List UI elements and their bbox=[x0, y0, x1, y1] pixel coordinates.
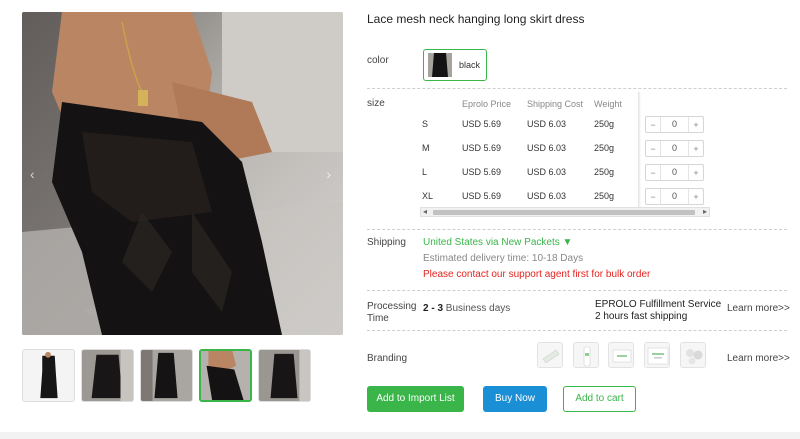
quantity-input[interactable]: 0 bbox=[660, 141, 689, 156]
size-cell: XL bbox=[422, 191, 434, 201]
processing-learn-more-link[interactable]: Learn more>> bbox=[727, 303, 790, 314]
processing-days-suffix: Business days bbox=[443, 303, 511, 314]
weight-cell: 250g bbox=[594, 167, 615, 177]
fulfillment-service: EPROLO Fulfillment Service 2 hours fast … bbox=[595, 299, 721, 323]
price-cell: USD 5.69 bbox=[462, 191, 502, 201]
quantity-stepper[interactable]: − 0 + bbox=[645, 188, 704, 205]
scroll-right-arrow[interactable]: ▸ bbox=[703, 207, 707, 216]
gallery-next-arrow[interactable]: › bbox=[326, 166, 331, 182]
increment-button[interactable]: + bbox=[689, 192, 703, 202]
product-card: ‹ › Lace mesh neck hanging long skirt dr… bbox=[0, 0, 800, 432]
branding-label: Branding bbox=[367, 353, 408, 364]
size-cell: L bbox=[422, 167, 428, 177]
main-product-image[interactable]: ‹ › bbox=[22, 12, 343, 335]
increment-button[interactable]: + bbox=[689, 168, 703, 178]
shipping-cell: USD 6.03 bbox=[527, 119, 567, 129]
decrement-button[interactable]: − bbox=[646, 144, 660, 154]
shipping-label: Shipping bbox=[367, 237, 406, 248]
scrollbar-thumb[interactable] bbox=[433, 210, 695, 215]
branding-learn-more-link[interactable]: Learn more>> bbox=[727, 353, 790, 364]
color-label: color bbox=[367, 55, 389, 66]
price-cell: USD 5.69 bbox=[462, 119, 502, 129]
quantity-input[interactable]: 0 bbox=[660, 117, 689, 132]
gallery-prev-arrow[interactable]: ‹ bbox=[30, 166, 35, 182]
quantity-stepper[interactable]: − 0 + bbox=[645, 140, 704, 157]
price-cell: USD 5.69 bbox=[462, 167, 502, 177]
brand-bubbles-icon[interactable] bbox=[680, 342, 706, 368]
increment-button[interactable]: + bbox=[689, 120, 703, 130]
color-option-black[interactable]: black bbox=[423, 49, 487, 81]
quantity-input[interactable]: 0 bbox=[660, 165, 689, 180]
quantity-input[interactable]: 0 bbox=[660, 189, 689, 204]
thumbnail-4-active[interactable] bbox=[199, 349, 252, 402]
bulk-order-notice: Please contact our support agent first f… bbox=[423, 269, 651, 280]
header-shipping-cost: Shipping Cost bbox=[527, 99, 584, 109]
processing-label-line2: Time bbox=[367, 313, 389, 324]
divider bbox=[367, 330, 787, 331]
decrement-button[interactable]: − bbox=[646, 120, 660, 130]
shipping-cell: USD 6.03 bbox=[527, 143, 567, 153]
thumbnail-1[interactable] bbox=[22, 349, 75, 402]
processing-label-line1: Processing bbox=[367, 301, 417, 312]
size-label: size bbox=[367, 98, 385, 109]
divider bbox=[367, 290, 787, 291]
decrement-button[interactable]: − bbox=[646, 192, 660, 202]
buy-now-button[interactable]: Buy Now bbox=[483, 386, 547, 412]
brand-sticker-icon[interactable] bbox=[537, 342, 563, 368]
quantity-stepper[interactable]: − 0 + bbox=[645, 116, 704, 133]
header-eprolo-price: Eprolo Price bbox=[462, 99, 512, 109]
color-option-label: black bbox=[459, 60, 481, 70]
color-swatch-image bbox=[428, 53, 452, 77]
fulfillment-service-title: EPROLO Fulfillment Service bbox=[595, 299, 722, 310]
thumbnail-strip bbox=[22, 349, 311, 402]
delivery-estimate: Estimated delivery time: 10-18 Days bbox=[423, 253, 584, 264]
shipping-cell: USD 6.03 bbox=[527, 167, 567, 177]
weight-cell: 250g bbox=[594, 143, 615, 153]
increment-button[interactable]: + bbox=[689, 144, 703, 154]
size-cell: M bbox=[422, 143, 430, 153]
add-to-import-list-button[interactable]: Add to Import List bbox=[367, 386, 464, 412]
header-weight: Weight bbox=[594, 99, 622, 109]
thumbnail-2[interactable] bbox=[81, 349, 134, 402]
divider bbox=[367, 88, 787, 89]
decrement-button[interactable]: − bbox=[646, 168, 660, 178]
add-to-cart-button[interactable]: Add to cart bbox=[563, 386, 636, 412]
product-title: Lace mesh neck hanging long skirt dress bbox=[367, 12, 585, 26]
quantity-stepper[interactable]: − 0 + bbox=[645, 164, 704, 181]
variant-table: Eprolo Price Shipping Cost Weight S USD … bbox=[420, 92, 710, 220]
brand-box-icon[interactable] bbox=[644, 342, 670, 368]
weight-cell: 250g bbox=[594, 191, 615, 201]
fulfillment-service-subtitle: 2 hours fast shipping bbox=[595, 311, 688, 322]
shipping-method-select[interactable]: United States via New Packets ▼ bbox=[423, 237, 572, 248]
weight-cell: 250g bbox=[594, 119, 615, 129]
sticky-column-shadow bbox=[638, 92, 641, 207]
thumbnail-3[interactable] bbox=[140, 349, 193, 402]
thumbnail-5[interactable] bbox=[258, 349, 311, 402]
brand-card-icon[interactable] bbox=[608, 342, 634, 368]
divider bbox=[367, 229, 787, 230]
processing-time-label: Processing Time bbox=[367, 301, 416, 325]
price-cell: USD 5.69 bbox=[462, 143, 502, 153]
table-horizontal-scrollbar[interactable]: ◂ ▸ bbox=[420, 207, 710, 217]
processing-days: 2 - 3 Business days bbox=[423, 303, 510, 314]
size-cell: S bbox=[422, 119, 429, 129]
shipping-cell: USD 6.03 bbox=[527, 191, 567, 201]
brand-bottle-icon[interactable] bbox=[573, 342, 599, 368]
scroll-left-arrow[interactable]: ◂ bbox=[423, 207, 427, 216]
processing-days-range: 2 - 3 bbox=[423, 303, 444, 314]
